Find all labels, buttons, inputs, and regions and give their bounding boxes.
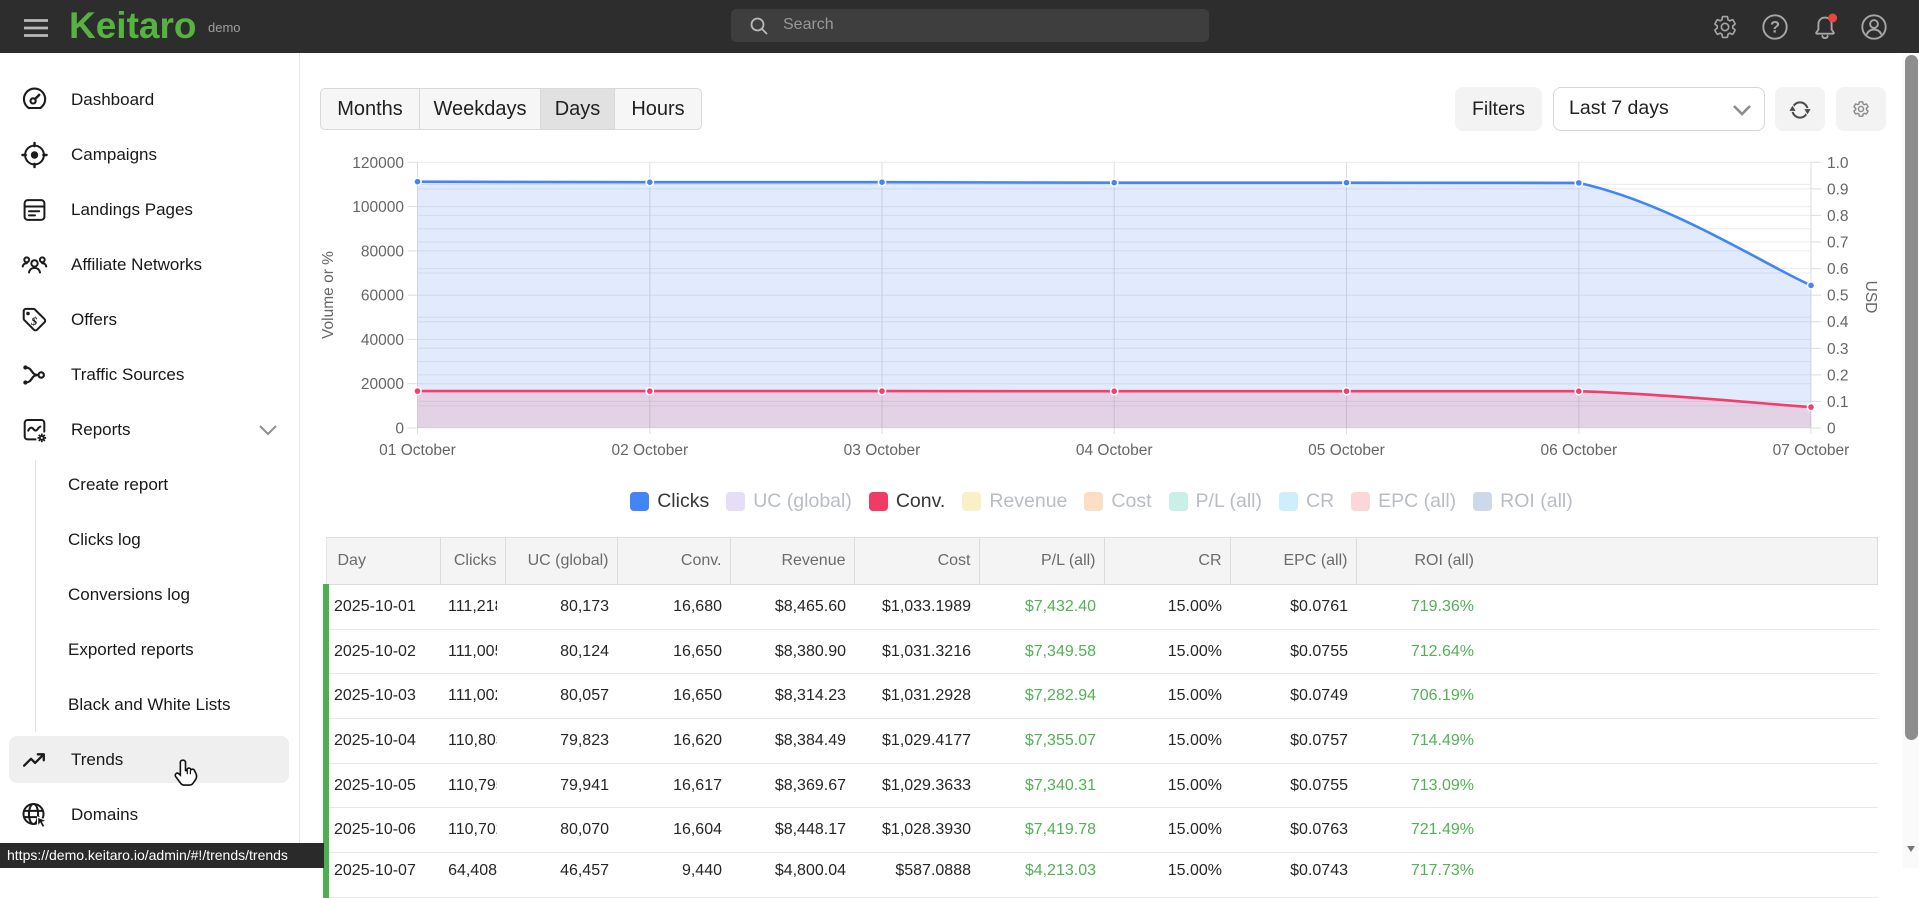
- svg-text:02 October: 02 October: [611, 442, 688, 459]
- svg-text:0.5: 0.5: [1827, 288, 1849, 305]
- svg-text:1.0: 1.0: [1827, 155, 1849, 172]
- svg-text:120000: 120000: [352, 155, 404, 172]
- svg-text:0.6: 0.6: [1827, 261, 1849, 278]
- svg-text:Volume or %: Volume or %: [320, 251, 337, 339]
- svg-text:07 October: 07 October: [1773, 442, 1850, 459]
- svg-text:100000: 100000: [352, 199, 404, 216]
- svg-text:$: $: [30, 313, 37, 327]
- svg-text:0.7: 0.7: [1827, 235, 1849, 252]
- svg-text:03 October: 03 October: [844, 442, 921, 459]
- svg-text:05 October: 05 October: [1308, 442, 1385, 459]
- svg-text:0.4: 0.4: [1827, 314, 1849, 331]
- svg-text:0.8: 0.8: [1827, 208, 1849, 225]
- svg-text:0.2: 0.2: [1827, 367, 1849, 384]
- svg-text:USD: USD: [1862, 281, 1879, 314]
- svg-text:40000: 40000: [361, 332, 404, 349]
- svg-text:0.3: 0.3: [1827, 341, 1849, 358]
- svg-text:0.1: 0.1: [1827, 394, 1849, 411]
- svg-text:0: 0: [1827, 421, 1836, 438]
- svg-text:01 October: 01 October: [379, 442, 456, 459]
- svg-text:60000: 60000: [361, 288, 404, 305]
- svg-text:0.9: 0.9: [1827, 181, 1849, 198]
- svg-text:80000: 80000: [361, 243, 404, 260]
- svg-text:06 October: 06 October: [1540, 442, 1617, 459]
- svg-text:?: ?: [1770, 19, 1780, 37]
- svg-text:0: 0: [395, 421, 404, 438]
- svg-text:04 October: 04 October: [1076, 442, 1153, 459]
- svg-text:20000: 20000: [361, 376, 404, 393]
